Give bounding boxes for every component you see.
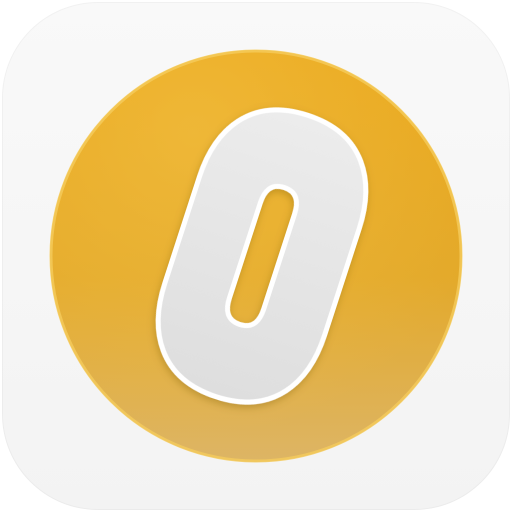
coin-icon — [49, 49, 463, 463]
app-icon-canvas — [0, 0, 512, 512]
